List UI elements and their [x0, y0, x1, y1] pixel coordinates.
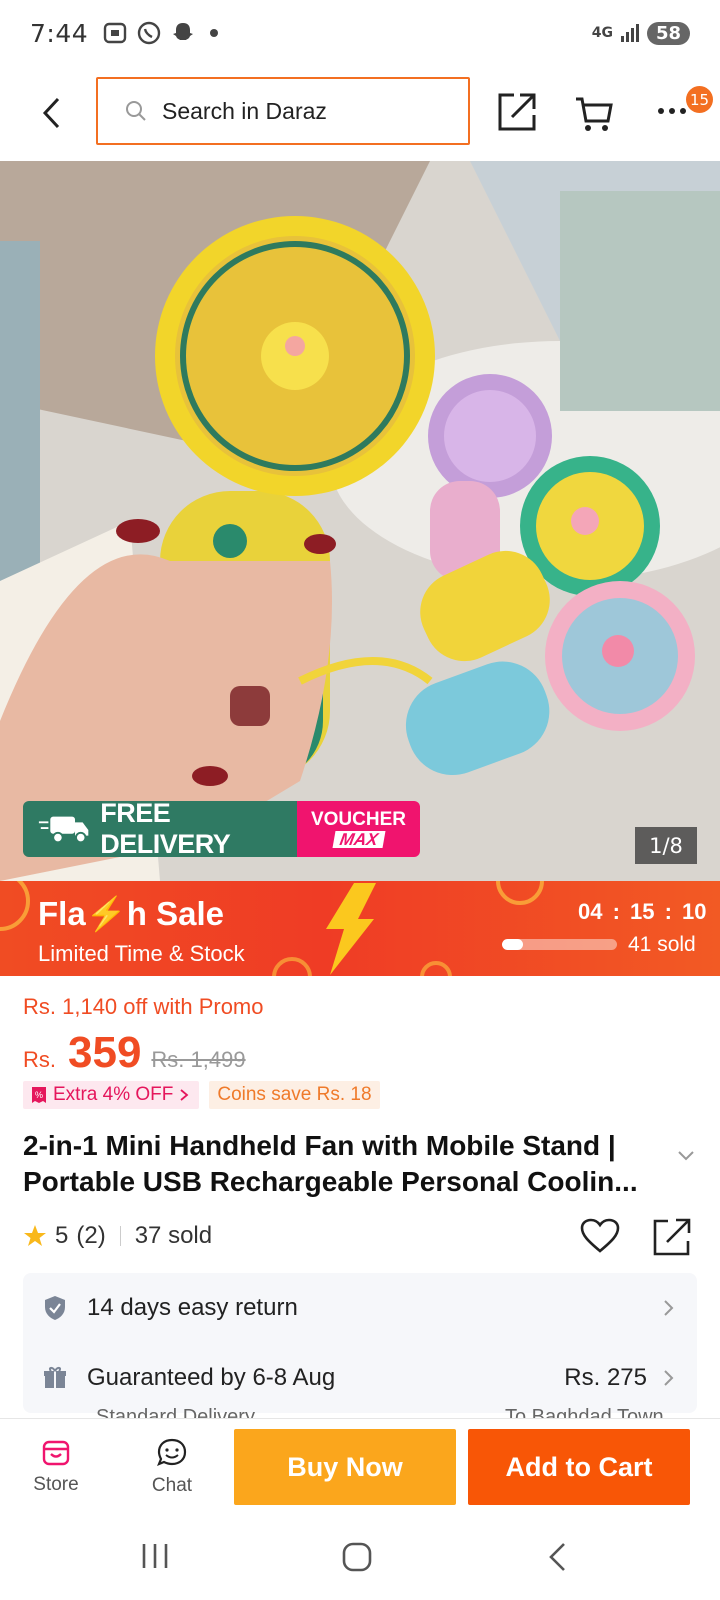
screenshot-icon [103, 22, 127, 44]
cart-icon [576, 97, 613, 131]
back-nav-icon[interactable] [546, 1542, 568, 1572]
store-label: Store [33, 1474, 79, 1495]
chat-button[interactable]: Chat [140, 1429, 204, 1505]
chevron-left-icon [42, 97, 60, 129]
notification-icons [102, 20, 219, 46]
flash-sale-subtitle: Limited Time & Stock [38, 941, 245, 966]
voucher-icon: % [32, 1087, 46, 1103]
gift-box-icon [44, 1367, 66, 1388]
service-card: 14 days easy return Guaranteed by 6-8 Au… [23, 1273, 697, 1413]
review-count: (2) [76, 1222, 106, 1249]
rating-value: 5 [55, 1222, 69, 1249]
sold-count: 37 sold [134, 1222, 213, 1249]
flash-sale-title: Fla⚡h Sale [38, 895, 224, 932]
status-bar: 7:44 4G 58 [0, 0, 720, 66]
return-policy-text: 14 days easy return [87, 1294, 298, 1321]
search-placeholder: Search in Daraz [162, 97, 327, 124]
cart-button[interactable] [574, 93, 614, 133]
free-delivery-label: FREE DELIVERY [100, 801, 231, 857]
add-to-cart-button[interactable]: Add to Cart [468, 1429, 690, 1505]
chat-label: Chat [151, 1475, 193, 1496]
return-policy-row[interactable]: 14 days easy return [23, 1273, 697, 1343]
network-type: 4G [591, 24, 613, 41]
flash-progress-bar [502, 939, 617, 950]
promo-text: Rs. 1,140 off with Promo [23, 994, 264, 1019]
wishlist-heart-icon[interactable] [580, 1218, 620, 1254]
chevron-right-icon [180, 1089, 189, 1101]
product-photo-illustration [0, 161, 720, 881]
chevron-down-icon[interactable] [676, 1150, 696, 1162]
price-value: 359 [68, 1028, 142, 1077]
more-notifications-dot [210, 29, 219, 37]
lightning-icon [326, 883, 376, 975]
chevron-right-icon [664, 1370, 674, 1386]
whatsapp-icon [137, 21, 161, 45]
promo-chips: % Extra 4% OFF Coins save Rs. 18 [23, 1081, 380, 1109]
product-title: 2-in-1 Mini Handheld Fan with Mobile Sta… [23, 1130, 638, 1197]
star-icon [24, 1225, 46, 1246]
delivery-truck-icon [38, 816, 89, 844]
price-row: Rs. 359 Rs. 1,499 [23, 1028, 246, 1078]
image-pager: 1/8 [635, 827, 697, 864]
delivery-row[interactable]: Guaranteed by 6-8 Aug Rs. 275 [23, 1343, 697, 1413]
flash-sold-count: 41 sold [628, 933, 696, 956]
flash-countdown: 04 : 15 : 10 [578, 899, 707, 924]
battery-level: 58 [646, 21, 690, 45]
free-delivery-banner: FREE DELIVERY VOUCHER MAX [23, 801, 420, 857]
chevron-right-icon [664, 1300, 674, 1316]
recents-icon[interactable] [140, 1542, 170, 1570]
buy-now-button[interactable]: Buy Now [234, 1429, 456, 1505]
more-dots-icon [658, 108, 686, 114]
app-header: Search in Daraz [0, 66, 720, 160]
store-icon [42, 1440, 70, 1466]
notification-badge: 15 [686, 86, 713, 113]
product-image[interactable] [0, 161, 720, 881]
rating-row[interactable]: 5 (2) 37 sold [23, 1222, 212, 1250]
more-button[interactable] [654, 96, 690, 126]
store-button[interactable]: Store [24, 1429, 88, 1505]
share-button[interactable] [496, 91, 538, 133]
voucher-max-badge: VOUCHER MAX [297, 801, 420, 857]
system-nav-bar [0, 1514, 720, 1600]
original-price: Rs. 1,499 [151, 1047, 246, 1072]
price-currency: Rs. [23, 1047, 56, 1072]
search-input[interactable]: Search in Daraz [96, 77, 470, 145]
extra-off-chip[interactable]: % Extra 4% OFF [23, 1081, 200, 1109]
signal-icon [620, 24, 639, 42]
action-bar: Store Chat Buy Now Add to Cart [0, 1418, 720, 1514]
share-icon [498, 93, 536, 131]
home-icon[interactable] [342, 1542, 372, 1572]
delivery-price: Rs. 275 [564, 1364, 647, 1391]
delivery-estimate: Guaranteed by 6-8 Aug [87, 1364, 336, 1391]
flash-progress-fill [502, 939, 523, 950]
shield-check-icon [45, 1296, 65, 1320]
search-icon [126, 101, 146, 121]
back-button[interactable] [34, 94, 68, 132]
flash-sale-banner[interactable]: Fla⚡h Sale Limited Time & Stock 04 : 15 … [0, 881, 720, 976]
chat-icon [157, 1438, 187, 1466]
status-time: 7:44 [30, 18, 89, 48]
share-product-icon[interactable] [652, 1217, 692, 1257]
svg-text:%: % [35, 1090, 43, 1100]
coins-chip: Coins save Rs. 18 [209, 1081, 380, 1109]
snapchat-icon [173, 23, 194, 40]
extra-off-label: Extra 4% OFF [53, 1084, 174, 1105]
